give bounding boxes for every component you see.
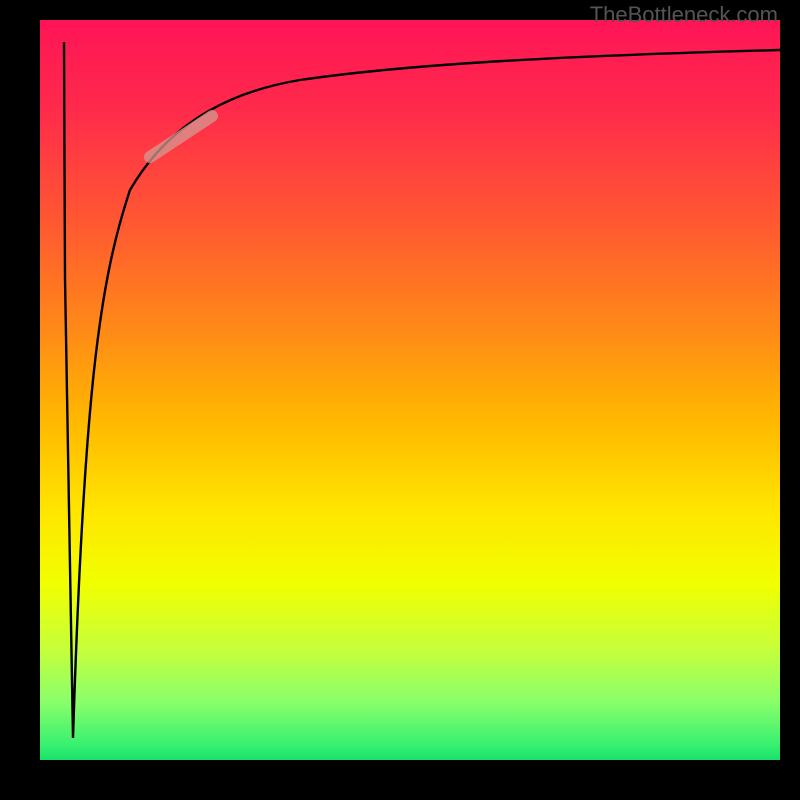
watermark: TheBottleneck.com xyxy=(590,2,778,28)
bottleneck-curve xyxy=(64,42,780,738)
chart-frame xyxy=(0,0,800,800)
plot-area xyxy=(40,20,780,760)
highlight-segment xyxy=(150,116,212,157)
curve-layer xyxy=(40,20,780,760)
